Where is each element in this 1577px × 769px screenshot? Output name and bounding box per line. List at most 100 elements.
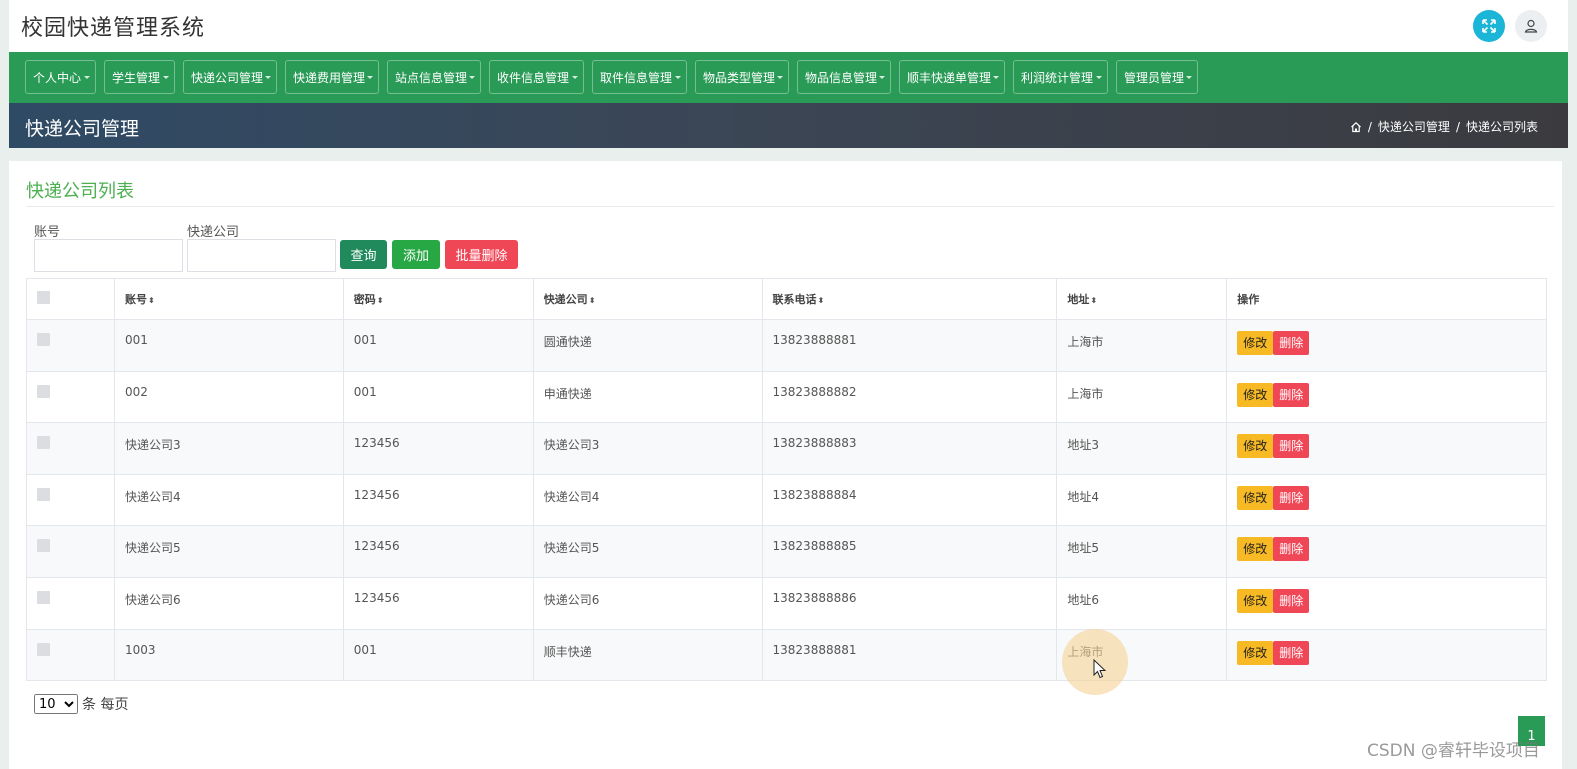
edit-button[interactable]: 修改 — [1237, 640, 1274, 665]
row-checkbox[interactable] — [37, 384, 50, 398]
nav-item-students[interactable]: 学生管理 — [104, 60, 175, 94]
cell-actions: 修改 删除 — [1226, 525, 1547, 578]
edit-button[interactable]: 修改 — [1237, 537, 1274, 562]
column-header-account[interactable]: 账号⬍ — [113, 278, 344, 320]
cell-address: 上海市 — [1056, 370, 1228, 424]
page-title: 快递公司管理 — [25, 118, 140, 140]
sort-icon[interactable]: ⬍ — [1090, 296, 1097, 305]
caret-down-icon — [993, 76, 999, 79]
nav-item-admins[interactable]: 管理员管理 — [1116, 60, 1198, 94]
nav-item-pickup[interactable]: 取件信息管理 — [592, 60, 687, 94]
sort-icon[interactable]: ⬍ — [589, 296, 596, 305]
fullscreen-button[interactable] — [1473, 10, 1505, 42]
divider — [26, 206, 1554, 207]
edit-button[interactable]: 修改 — [1237, 382, 1274, 407]
row-checkbox[interactable] — [37, 487, 50, 501]
cell-address: 地址4 — [1056, 473, 1228, 527]
cell-account: 快递公司4 — [113, 473, 344, 527]
column-label: 操作 — [1237, 293, 1260, 306]
nav-label: 利润统计管理 — [1021, 70, 1094, 85]
delete-button[interactable]: 删除 — [1273, 331, 1310, 355]
account-filter-input[interactable] — [34, 239, 183, 272]
row-checkbox[interactable] — [37, 642, 50, 656]
cell-phone: 13823888881 — [761, 628, 1058, 682]
edit-button[interactable]: 修改 — [1237, 485, 1274, 510]
row-checkbox[interactable] — [37, 539, 50, 553]
edit-button[interactable]: 修改 — [1237, 331, 1274, 355]
company-filter-input[interactable] — [187, 239, 336, 272]
sort-icon[interactable]: ⬍ — [148, 296, 155, 305]
cell-phone: 13823888885 — [761, 525, 1058, 578]
cell-password: 001 — [342, 319, 534, 372]
nav-item-receiving[interactable]: 收件信息管理 — [489, 60, 584, 94]
sort-icon[interactable]: ⬍ — [377, 296, 384, 305]
breadcrumb-item-current: 快递公司列表 — [1465, 120, 1538, 134]
nav-item-profit-stats[interactable]: 利润统计管理 — [1013, 60, 1108, 94]
cell-account: 快递公司5 — [113, 525, 344, 578]
caret-down-icon — [879, 76, 885, 79]
row-checkbox[interactable] — [37, 436, 50, 450]
delete-button[interactable]: 删除 — [1273, 382, 1310, 407]
nav-item-item-info[interactable]: 物品信息管理 — [797, 60, 891, 94]
row-select-cell — [26, 628, 115, 682]
column-header-address[interactable]: 地址⬍ — [1056, 278, 1228, 320]
edit-button[interactable]: 修改 — [1237, 588, 1274, 613]
row-checkbox[interactable] — [37, 590, 50, 604]
user-menu-button[interactable] — [1515, 10, 1547, 42]
sort-icon[interactable]: ⬍ — [818, 296, 825, 305]
cell-address: 地址3 — [1056, 422, 1228, 475]
page-size-control: 10 条 每页 — [34, 694, 128, 714]
query-button[interactable]: 查询 — [340, 240, 387, 269]
column-header-phone[interactable]: 联系电话⬍ — [761, 278, 1058, 320]
nav-label: 快递公司管理 — [191, 70, 264, 85]
nav-item-sf-orders[interactable]: 顺丰快递单管理 — [899, 60, 1005, 94]
delete-button[interactable]: 删除 — [1273, 588, 1310, 613]
nav-item-courier-fees[interactable]: 快递费用管理 — [285, 60, 379, 94]
add-button[interactable]: 添加 — [392, 240, 440, 269]
nav-item-item-types[interactable]: 物品类型管理 — [695, 60, 789, 94]
column-label: 账号 — [124, 293, 147, 306]
table-row: 快递公司3 123456 快递公司3 13823888883 地址3 修改 删除 — [26, 422, 1547, 475]
nav-label: 收件信息管理 — [497, 70, 570, 85]
cell-actions: 修改 删除 — [1226, 576, 1547, 630]
nav-item-stations[interactable]: 站点信息管理 — [387, 60, 481, 94]
column-header-actions: 操作 — [1226, 278, 1547, 320]
cell-address: 地址5 — [1056, 525, 1228, 578]
cell-password: 001 — [342, 628, 534, 682]
cell-password: 123456 — [342, 473, 534, 527]
nav-label: 快递费用管理 — [293, 70, 366, 85]
mouse-cursor-icon — [1093, 659, 1107, 679]
cell-address: 地址6 — [1056, 576, 1228, 630]
nav-item-personal-center[interactable]: 个人中心 — [25, 60, 96, 94]
cell-phone: 13823888882 — [761, 370, 1058, 424]
select-all-checkbox[interactable] — [37, 291, 50, 304]
edit-button[interactable]: 修改 — [1237, 434, 1274, 459]
breadcrumb-item-parent[interactable]: 快递公司管理 — [1378, 118, 1450, 135]
delete-button[interactable]: 删除 — [1273, 434, 1310, 459]
caret-down-icon — [367, 76, 373, 79]
table-row: 1003 001 顺丰快递 13823888881 上海市 修改删除 — [26, 628, 1547, 682]
nav-label: 物品类型管理 — [703, 70, 776, 85]
home-icon[interactable] — [1350, 121, 1362, 133]
delete-button[interactable]: 删除 — [1273, 640, 1310, 665]
app-title: 校园快递管理系统 — [21, 16, 206, 41]
nav-label: 管理员管理 — [1124, 70, 1185, 85]
cell-account: 002 — [113, 370, 344, 424]
column-header-password[interactable]: 密码⬍ — [342, 278, 534, 320]
watermark: CSDN @睿轩毕设项目 — [1367, 741, 1540, 761]
page-size-select[interactable]: 10 — [34, 694, 78, 714]
delete-button[interactable]: 删除 — [1273, 485, 1310, 510]
user-icon — [1524, 19, 1538, 33]
delete-button[interactable]: 删除 — [1273, 537, 1310, 562]
nav-item-courier-companies[interactable]: 快递公司管理 — [183, 60, 277, 94]
courier-company-table: 账号⬍ 密码⬍ 快递公司⬍ 联系电话⬍ 地址⬍ 操作 001 001 圆通快递 … — [26, 278, 1547, 682]
row-checkbox[interactable] — [37, 333, 50, 346]
cell-company: 快递公司6 — [532, 576, 763, 630]
column-label: 地址 — [1067, 293, 1090, 306]
row-select-cell — [26, 576, 115, 630]
batch-delete-button[interactable]: 批量删除 — [445, 240, 518, 269]
table-header-row: 账号⬍ 密码⬍ 快递公司⬍ 联系电话⬍ 地址⬍ 操作 — [26, 278, 1547, 320]
column-label: 密码 — [353, 293, 376, 306]
breadcrumb: / 快递公司管理 / 快递公司列表 — [1350, 118, 1538, 135]
column-header-company[interactable]: 快递公司⬍ — [532, 278, 763, 320]
